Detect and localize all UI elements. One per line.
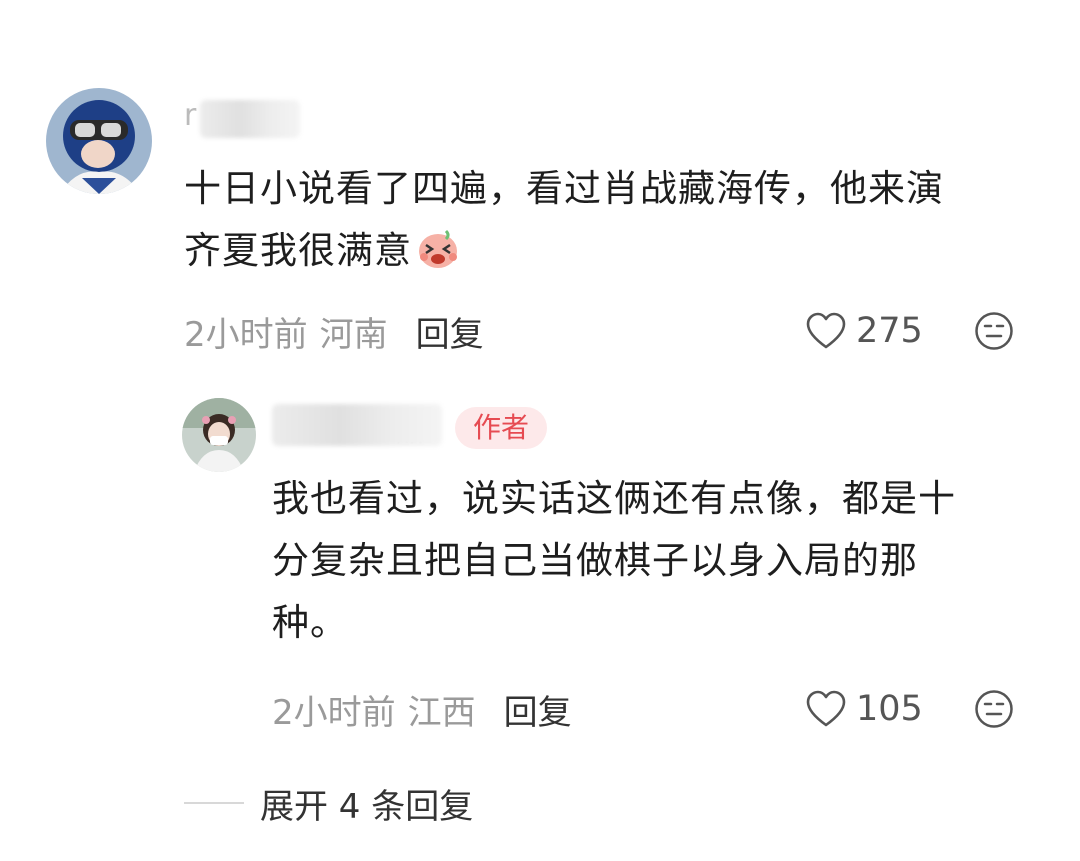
reply-item: 甜 作者 我也看过，说实话这俩还有点像，都是十 分复杂且把自己当做棋子以身入局的… [0, 380, 1080, 750]
like-button[interactable]: 275 [806, 308, 923, 354]
avatar[interactable] [182, 398, 256, 472]
comment-text: 十日小说看了四遍，看过肖战藏海传，他来演 齐夏我很满意 [184, 158, 1044, 282]
emoji-reaction-icon[interactable] [974, 311, 1014, 351]
location: 河南 [319, 314, 388, 355]
heart-icon [806, 312, 846, 349]
comment-meta: 2小时前 江西 回复 [272, 685, 572, 734]
heart-icon [806, 690, 846, 727]
comment-text-line: 种。 [272, 601, 348, 644]
reply-button[interactable]: 回复 [504, 685, 572, 734]
username-blur [272, 404, 442, 446]
emoji-reaction-icon[interactable] [974, 689, 1014, 729]
laughing-sticker-icon [416, 227, 460, 271]
comment-text: 我也看过，说实话这俩还有点像，都是十 分复杂且把自己当做棋子以身入局的那 种。 [272, 468, 1052, 654]
avatar[interactable] [46, 88, 152, 194]
comment-text-line: 齐夏我很满意 [184, 229, 412, 272]
timestamp: 2小时前 [272, 692, 396, 733]
comment-meta: 2小时前 河南 回复 [184, 307, 484, 356]
location: 江西 [407, 692, 476, 733]
expand-replies-button[interactable]: 展开 4 条回复 [184, 780, 474, 827]
username-blur [200, 100, 300, 138]
comment-text-line: 十日小说看了四遍，看过肖战藏海传，他来演 [184, 167, 944, 210]
comment-item: r 十日小说看了四遍，看过肖战藏海传，他来演 齐夏我很满意 2小时前 河南 回复 [0, 0, 1080, 380]
comment-text-line: 我也看过，说实话这俩还有点像，都是十 [272, 477, 956, 520]
username-text[interactable]: r [184, 98, 196, 133]
expand-replies-label: 展开 4 条回复 [260, 786, 474, 827]
author-badge: 作者 [455, 407, 548, 449]
like-count: 275 [856, 311, 923, 351]
like-button[interactable]: 105 [806, 686, 923, 732]
comment-text-line: 分复杂且把自己当做棋子以身入局的那 [272, 539, 918, 582]
divider-line [184, 802, 244, 804]
like-count: 105 [856, 689, 923, 729]
reply-button[interactable]: 回复 [416, 307, 484, 356]
timestamp: 2小时前 [184, 314, 308, 355]
